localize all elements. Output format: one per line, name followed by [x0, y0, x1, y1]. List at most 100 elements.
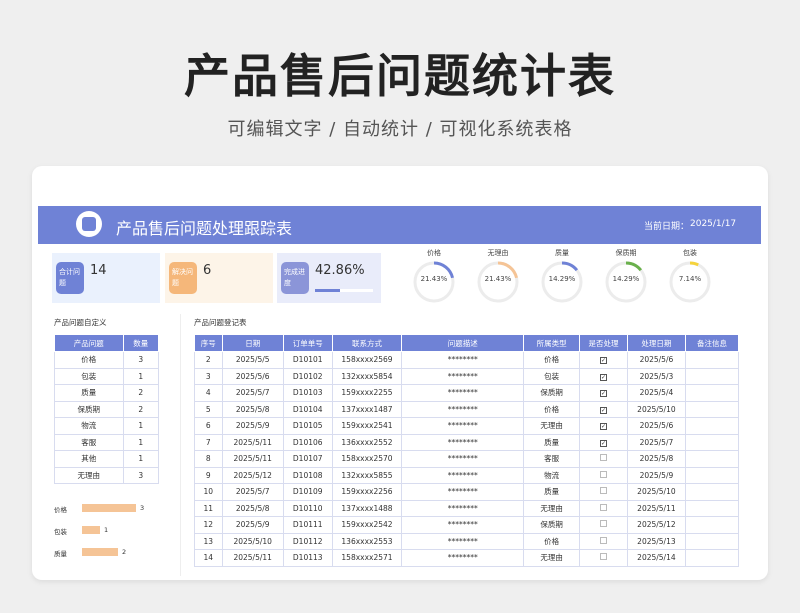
table-cell[interactable]: 3: [122, 466, 160, 484]
table-cell[interactable]: [685, 499, 739, 517]
table-cell[interactable]: D10101: [282, 351, 333, 369]
table-cell[interactable]: D10112: [282, 532, 333, 550]
table-cell[interactable]: D10111: [282, 516, 333, 534]
table-cell[interactable]: [579, 466, 628, 484]
table-cell[interactable]: 价格: [523, 351, 581, 369]
table-cell[interactable]: 2025/5/4: [626, 384, 687, 402]
table-cell[interactable]: 无理由: [54, 466, 124, 484]
table-cell[interactable]: ✓: [579, 417, 628, 435]
table-cell[interactable]: 2: [122, 384, 160, 402]
table-cell[interactable]: 物流: [54, 417, 124, 435]
table-cell[interactable]: 6: [194, 417, 223, 435]
table-cell[interactable]: 2025/5/7: [221, 384, 284, 402]
unchecked-checkbox[interactable]: [600, 470, 607, 478]
table-cell[interactable]: 11: [194, 499, 223, 517]
table-cell[interactable]: [685, 400, 739, 418]
table-cell[interactable]: 客服: [54, 433, 124, 451]
table-cell[interactable]: 质量: [54, 384, 124, 402]
table-cell[interactable]: 2025/5/10: [626, 483, 687, 501]
table-cell[interactable]: 价格: [54, 351, 124, 369]
table-cell[interactable]: 2025/5/7: [626, 433, 687, 451]
table-cell[interactable]: 2025/5/11: [221, 549, 284, 567]
table-cell[interactable]: 159xxxx2255: [331, 384, 403, 402]
table-cell[interactable]: 2025/5/6: [626, 417, 687, 435]
table-cell[interactable]: 2025/5/11: [221, 450, 284, 468]
checked-checkbox[interactable]: ✓: [600, 357, 607, 365]
table-cell[interactable]: D10108: [282, 466, 333, 484]
table-cell[interactable]: D10107: [282, 450, 333, 468]
checked-checkbox[interactable]: ✓: [600, 439, 607, 447]
table-cell[interactable]: [685, 367, 739, 385]
table-cell[interactable]: [579, 499, 628, 517]
table-cell[interactable]: [685, 433, 739, 451]
table-cell[interactable]: 无理由: [523, 499, 581, 517]
table-cell[interactable]: [685, 450, 739, 468]
table-cell[interactable]: [685, 483, 739, 501]
table-cell[interactable]: ✓: [579, 400, 628, 418]
table-cell[interactable]: 2025/5/3: [626, 367, 687, 385]
table-cell[interactable]: 159xxxx2541: [331, 417, 403, 435]
unchecked-checkbox[interactable]: [600, 520, 607, 528]
table-cell[interactable]: 137xxxx1488: [331, 499, 403, 517]
table-cell[interactable]: ********: [401, 483, 525, 501]
table-cell[interactable]: ********: [401, 499, 525, 517]
table-cell[interactable]: [685, 351, 739, 369]
table-cell[interactable]: D10102: [282, 367, 333, 385]
table-cell[interactable]: 12: [194, 516, 223, 534]
table-cell[interactable]: 2025/5/9: [221, 516, 284, 534]
table-cell[interactable]: 2025/5/9: [221, 417, 284, 435]
table-cell[interactable]: ********: [401, 417, 525, 435]
table-cell[interactable]: 3: [122, 351, 160, 369]
table-cell[interactable]: 保质期: [523, 516, 581, 534]
table-cell[interactable]: [685, 466, 739, 484]
table-cell[interactable]: 158xxxx2571: [331, 549, 403, 567]
table-cell[interactable]: 136xxxx2552: [331, 433, 403, 451]
table-cell[interactable]: D10104: [282, 400, 333, 418]
table-cell[interactable]: [685, 417, 739, 435]
table-cell[interactable]: 13: [194, 532, 223, 550]
table-cell[interactable]: 2025/5/11: [221, 433, 284, 451]
table-cell[interactable]: D10110: [282, 499, 333, 517]
table-cell[interactable]: [685, 532, 739, 550]
table-cell[interactable]: 1: [122, 433, 160, 451]
table-cell[interactable]: 2025/5/10: [221, 532, 284, 550]
table-cell[interactable]: 7: [194, 433, 223, 451]
table-cell[interactable]: 10: [194, 483, 223, 501]
table-cell[interactable]: D10106: [282, 433, 333, 451]
table-cell[interactable]: 136xxxx2553: [331, 532, 403, 550]
table-cell[interactable]: 8: [194, 450, 223, 468]
table-cell[interactable]: D10113: [282, 549, 333, 567]
table-cell[interactable]: [579, 549, 628, 567]
table-cell[interactable]: 2025/5/8: [626, 450, 687, 468]
table-cell[interactable]: ********: [401, 433, 525, 451]
table-cell[interactable]: 质量: [523, 433, 581, 451]
table-cell[interactable]: ✓: [579, 384, 628, 402]
table-cell[interactable]: 保质期: [54, 400, 124, 418]
table-cell[interactable]: 1: [122, 417, 160, 435]
table-cell[interactable]: 2025/5/13: [626, 532, 687, 550]
table-cell[interactable]: 3: [194, 367, 223, 385]
unchecked-checkbox[interactable]: [600, 487, 607, 495]
checked-checkbox[interactable]: ✓: [600, 373, 607, 381]
table-cell[interactable]: D10109: [282, 483, 333, 501]
table-cell[interactable]: D10103: [282, 384, 333, 402]
table-cell[interactable]: 客服: [523, 450, 581, 468]
table-cell[interactable]: 2025/5/12: [626, 516, 687, 534]
table-cell[interactable]: 质量: [523, 483, 581, 501]
table-cell[interactable]: 无理由: [523, 549, 581, 567]
table-cell[interactable]: ********: [401, 351, 525, 369]
table-cell[interactable]: 2025/5/8: [221, 499, 284, 517]
table-cell[interactable]: 159xxxx2256: [331, 483, 403, 501]
table-cell[interactable]: 4: [194, 384, 223, 402]
table-cell[interactable]: 2: [122, 400, 160, 418]
table-cell[interactable]: 2025/5/9: [626, 466, 687, 484]
checked-checkbox[interactable]: ✓: [600, 390, 607, 398]
table-cell[interactable]: ********: [401, 367, 525, 385]
table-cell[interactable]: ********: [401, 516, 525, 534]
table-cell[interactable]: 2025/5/14: [626, 549, 687, 567]
table-cell[interactable]: 其他: [54, 450, 124, 468]
table-cell[interactable]: [579, 516, 628, 534]
table-cell[interactable]: 2025/5/10: [626, 400, 687, 418]
table-cell[interactable]: 物流: [523, 466, 581, 484]
checked-checkbox[interactable]: ✓: [600, 406, 607, 414]
